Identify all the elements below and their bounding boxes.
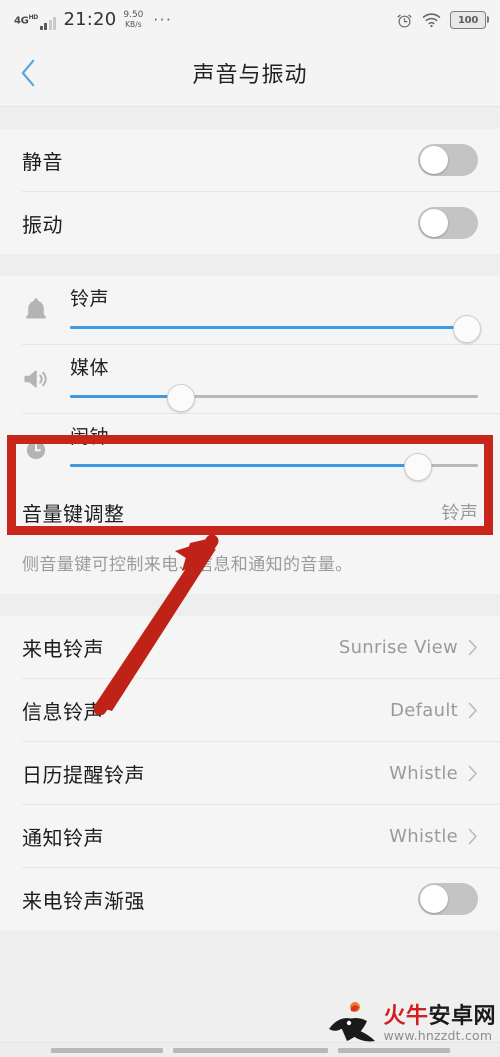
slider-body: 媒体 <box>56 345 478 413</box>
status-bar-left: 4GHD 21:20 9.50 KB/s ··· <box>14 10 172 30</box>
slider-thumb[interactable] <box>452 314 481 343</box>
ringtone-volume-slider[interactable] <box>70 314 481 343</box>
row-label: 信息铃声 <box>22 699 104 724</box>
slider-label: 铃声 <box>70 288 110 310</box>
chevron-right-icon <box>468 828 477 844</box>
battery-indicator: 100 <box>450 11 489 29</box>
chevron-right-icon <box>468 702 477 718</box>
status-bar: 4GHD 21:20 9.50 KB/s ··· 100 <box>0 0 500 40</box>
slider-label: 媒体 <box>70 357 110 379</box>
status-bar-clock: 21:20 <box>63 9 117 30</box>
volume-key-description: 侧音量键可控制来电、信息和通知的音量。 <box>22 555 353 575</box>
chevron-right-icon <box>468 765 477 781</box>
section-gap <box>0 594 500 617</box>
wifi-icon <box>422 13 441 28</box>
slider-fill <box>70 395 181 398</box>
network-type-label: 4GHD <box>14 13 38 26</box>
slider-row-ringtone[interactable]: 铃声 <box>0 276 500 344</box>
alarm-volume-slider[interactable] <box>70 452 478 481</box>
setting-row-calendar-reminder-ringtone[interactable]: 日历提醒铃声 Whistle <box>0 742 500 804</box>
setting-row-message-ringtone[interactable]: 信息铃声 Default <box>0 679 500 741</box>
home-button[interactable] <box>172 1047 328 1053</box>
row-label: 通知铃声 <box>22 825 104 850</box>
setting-row-mute[interactable]: 静音 <box>0 129 500 191</box>
row-label: 静音 <box>22 149 63 174</box>
alarm-clock-icon <box>397 14 412 28</box>
media-volume-slider[interactable] <box>70 383 478 412</box>
slider-fill <box>70 464 417 467</box>
rising-ringtone-toggle[interactable] <box>418 883 478 916</box>
row-label: 音量键调整 <box>22 501 125 526</box>
section-gap <box>0 254 500 276</box>
watermark-text: 火牛安卓网 www.hnzzdt.com <box>383 1003 496 1043</box>
toggles-card: 静音 振动 <box>0 129 500 254</box>
toggle-knob <box>420 885 448 914</box>
toggle-knob <box>420 209 448 237</box>
nav-back-button[interactable] <box>337 1047 450 1053</box>
toggle-knob <box>420 146 448 174</box>
overflow-dots-icon: ··· <box>153 10 173 29</box>
network-speed-indicator: 9.50 KB/s <box>123 10 144 29</box>
status-bar-right: 100 <box>396 11 489 29</box>
row-label: 振动 <box>22 212 63 237</box>
volume-sliders-card: 铃声 媒体 闹钟 音量键调整 铃声 侧音量键可控制来电、信息和通知的音量。 <box>0 276 500 595</box>
ringtones-card: 来电铃声 Sunrise View 信息铃声 Default 日历提醒铃声 Wh… <box>0 616 500 931</box>
row-label: 来电铃声 <box>22 636 104 661</box>
slider-thumb[interactable] <box>167 383 196 412</box>
row-value: Default <box>390 699 458 721</box>
vibrate-toggle[interactable] <box>418 207 478 239</box>
slider-fill <box>70 326 466 329</box>
settings-content: 静音 振动 铃声 媒体 闹钟 音量键调整 铃声 侧音量键可控制来电、信息和通知的… <box>0 107 500 931</box>
setting-row-rising-ringtone[interactable]: 来电铃声渐强 <box>0 868 500 930</box>
slider-row-alarm[interactable]: 闹钟 <box>0 414 500 482</box>
alarm-clock-icon <box>16 433 56 463</box>
row-value: Whistle <box>389 825 458 847</box>
chevron-left-icon <box>21 59 34 87</box>
back-button[interactable] <box>0 40 56 106</box>
recents-button[interactable] <box>50 1047 163 1053</box>
signal-indicator: 4GHD <box>14 10 57 30</box>
title-bar: 声音与振动 <box>0 40 500 107</box>
speaker-icon <box>16 364 56 394</box>
section-gap <box>0 107 500 129</box>
battery-level-label: 100 <box>458 14 478 26</box>
setting-row-volume-key[interactable]: 音量键调整 铃声 <box>0 482 500 542</box>
row-label: 日历提醒铃声 <box>22 762 145 787</box>
row-label: 来电铃声渐强 <box>22 888 145 913</box>
signal-bars-icon <box>39 17 57 30</box>
slider-row-media[interactable]: 媒体 <box>0 345 500 413</box>
watermark-brand: 火牛安卓网 <box>383 1003 496 1029</box>
chevron-right-icon <box>468 639 477 655</box>
setting-row-notification-ringtone[interactable]: 通知铃声 Whistle <box>0 805 500 867</box>
row-value: Sunrise View <box>338 636 458 658</box>
mute-toggle[interactable] <box>418 144 478 176</box>
slider-label: 闹钟 <box>70 426 110 448</box>
slider-body: 铃声 <box>56 276 481 344</box>
watermark-url: www.hnzzdt.com <box>383 1027 493 1043</box>
row-value: 铃声 <box>441 503 478 524</box>
slider-body: 闹钟 <box>56 414 478 482</box>
setting-row-vibrate[interactable]: 振动 <box>0 192 500 254</box>
row-value: Whistle <box>389 762 458 784</box>
bell-icon <box>16 295 56 325</box>
setting-row-incoming-call-ringtone[interactable]: 来电铃声 Sunrise View <box>0 616 500 678</box>
system-navigation-bar <box>0 1042 500 1057</box>
slider-thumb[interactable] <box>403 452 432 481</box>
page-title: 声音与振动 <box>192 63 308 88</box>
